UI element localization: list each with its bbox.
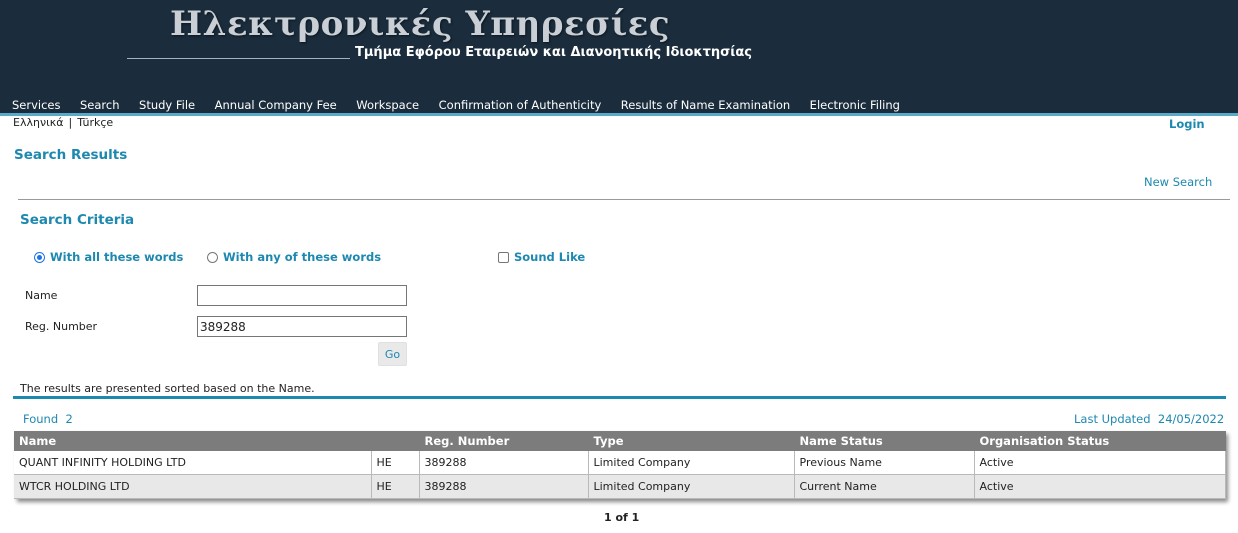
col-header-name-status: Name Status [794,431,975,451]
found-count: Found 2 [23,412,73,426]
cell-type: Limited Company [588,451,795,475]
cell-name-status: Previous Name [794,451,975,475]
nav-item-services[interactable]: Services [12,98,61,112]
table-row[interactable]: QUANT INFINITY HOLDING LTD HE 389288 Lim… [14,451,1226,475]
divider [18,199,1230,200]
sound-like-label: Sound Like [514,250,586,264]
cell-name[interactable]: QUANT INFINITY HOLDING LTD [14,451,372,475]
results-table-wrapper: Name Reg. Number Type Name Status Organi… [14,431,1226,499]
site-title: Ηλεκτρονικές Υπηρεσίες [170,4,671,44]
last-updated-value: 24/05/2022 [1157,412,1225,426]
nav-item-confirmation-of-authenticity[interactable]: Confirmation of Authenticity [439,98,602,112]
nav-item-electronic-filing[interactable]: Electronic Filing [810,98,900,112]
col-header-prefix [371,431,420,451]
lang-separator: | [68,116,73,129]
col-header-organisation-status: Organisation Status [974,431,1226,451]
table-row[interactable]: WTCR HOLDING LTD HE 389288 Limited Compa… [14,474,1226,499]
cell-name[interactable]: WTCR HOLDING LTD [14,474,372,499]
cell-name-status: Current Name [794,474,975,499]
option-all-words[interactable]: With all these words [34,250,183,264]
option-any-words-label: With any of these words [223,250,382,264]
name-label: Name [25,289,58,302]
lang-greek-link[interactable]: Ελληνικά [13,116,64,129]
new-search-link[interactable]: New Search [1144,175,1212,189]
nav-item-results-of-name-examination[interactable]: Results of Name Examination [621,98,790,112]
sort-note: The results are presented sorted based o… [20,382,315,395]
nav-item-workspace[interactable]: Workspace [356,98,419,112]
lang-turkish-link[interactable]: Türkçe [77,116,113,129]
radio-all-words[interactable] [34,251,45,263]
cell-organisation-status: Active [974,474,1226,499]
site-subtitle: Τμήμα Εφόρου Εταιρειών και Διανοητικής Ι… [355,45,753,60]
col-header-reg-number: Reg. Number [419,431,589,451]
language-switcher: Ελληνικά | Türkçe [13,116,113,129]
table-header-row: Name Reg. Number Type Name Status Organi… [14,431,1226,451]
title-underline [127,58,350,59]
col-header-type: Type [588,431,795,451]
cell-prefix: HE [371,474,420,499]
cell-reg-number: 389288 [419,474,589,499]
results-divider [13,396,1226,399]
found-label: Found [23,412,59,426]
login-link[interactable]: Login [1169,117,1205,131]
nav-item-annual-company-fee[interactable]: Annual Company Fee [215,98,337,112]
reg-number-label: Reg. Number [25,320,98,333]
last-updated-label: Last Updated [1074,412,1151,426]
option-any-words[interactable]: With any of these words [207,250,381,264]
pagination-info: 1 of 1 [604,511,640,524]
cell-organisation-status: Active [974,451,1226,475]
option-all-words-label: With all these words [50,250,184,264]
results-table: Name Reg. Number Type Name Status Organi… [14,431,1226,499]
option-sound-like[interactable]: Sound Like [498,250,585,264]
search-criteria-heading: Search Criteria [20,212,135,228]
site-header: Ηλεκτρονικές Υπηρεσίες Τμήμα Εφόρου Εται… [0,0,1238,116]
radio-any-words[interactable] [207,251,218,263]
nav-item-study-file[interactable]: Study File [139,98,195,112]
main-nav: Services Search Study File Annual Compan… [12,98,916,112]
cell-type: Limited Company [588,474,795,499]
sound-like-checkbox[interactable] [498,251,509,263]
col-header-name: Name [14,431,372,451]
cell-reg-number: 389288 [419,451,589,475]
found-value: 2 [65,412,73,426]
nav-item-search[interactable]: Search [80,98,120,112]
last-updated: Last Updated 24/05/2022 [1074,412,1224,426]
cell-prefix: HE [371,451,420,475]
page-title: Search Results [14,147,128,163]
name-input[interactable] [197,285,407,306]
go-button[interactable]: Go [378,342,407,366]
reg-number-input[interactable] [197,316,407,337]
